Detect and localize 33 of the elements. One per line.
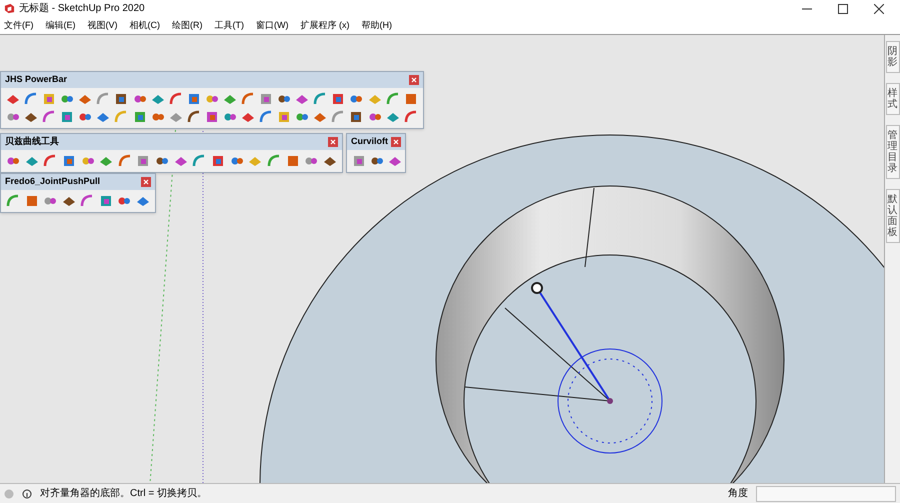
- close-icon[interactable]: [874, 4, 884, 14]
- app-logo-icon: [4, 3, 15, 14]
- tray-tab[interactable]: 默认面板: [886, 189, 900, 243]
- status-message: 对齐量角器的底部。Ctrl = 切换拷贝。: [40, 486, 208, 501]
- tray-tab[interactable]: 管理目录: [886, 125, 900, 179]
- tool-icon[interactable]: [402, 109, 419, 125]
- tool-icon[interactable]: [5, 193, 21, 209]
- menu-item[interactable]: 工具(T): [214, 18, 244, 32]
- menu-item[interactable]: 文件(F): [4, 18, 34, 32]
- measurements-label: 角度: [728, 486, 748, 501]
- tool-icon[interactable]: [384, 91, 401, 107]
- measurements-field[interactable]: [756, 486, 896, 502]
- tool-icon[interactable]: [116, 153, 133, 169]
- menu-item[interactable]: 帮助(H): [362, 18, 392, 32]
- tool-icon[interactable]: [168, 91, 184, 107]
- tray-tab[interactable]: 阴影: [886, 41, 900, 73]
- info-icon[interactable]: [22, 488, 32, 498]
- menu-item[interactable]: 窗口(W): [256, 18, 288, 32]
- tool-icon[interactable]: [351, 153, 367, 169]
- menu-item[interactable]: 扩展程序 (x): [300, 18, 350, 32]
- tool-icon[interactable]: [186, 109, 202, 125]
- toolbar-title: Curviloft: [351, 135, 388, 148]
- tray-tab[interactable]: 样式: [886, 83, 900, 115]
- toolbar-title: JHS PowerBar: [5, 73, 68, 86]
- toolbar-title: Fredo6_JointPushPull: [5, 175, 100, 188]
- menu-item[interactable]: 视图(V): [88, 18, 118, 32]
- tool-icon[interactable]: [266, 153, 282, 169]
- toolbar-title: 贝兹曲线工具: [5, 135, 59, 148]
- window-title: 无标题 - SketchUp Pro 2020: [19, 2, 146, 16]
- menu-item[interactable]: 相机(C): [130, 18, 160, 32]
- maximize-icon[interactable]: [838, 4, 848, 14]
- menu-item[interactable]: 编辑(E): [46, 18, 76, 32]
- menu-item[interactable]: 绘图(R): [172, 18, 202, 32]
